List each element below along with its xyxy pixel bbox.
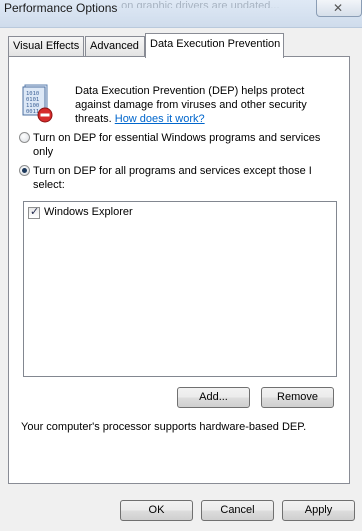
dep-panel: 1010 0101 1100 0011 Data Execution Preve… [8,56,350,484]
title-bar: ...on graphic drivers are updated... Per… [0,0,362,28]
radio-button[interactable] [19,132,30,143]
how-does-it-work-link[interactable]: How does it work? [115,113,205,125]
list-item[interactable]: ✓ Windows Explorer [28,206,228,220]
radio-essential-only[interactable]: Turn on DEP for essential Windows progra… [19,131,339,159]
apply-button[interactable]: Apply [282,500,355,521]
tab-label: Visual Effects [13,40,80,52]
ok-button[interactable]: OK [120,500,193,521]
tab-label: Data Execution Prevention [150,38,281,50]
radio-all-except-selected[interactable]: Turn on DEP for all programs and service… [19,164,339,192]
dep-intro: Data Execution Prevention (DEP) helps pr… [75,84,319,126]
tab-visual-effects[interactable]: Visual Effects [8,36,84,56]
tab-strip: Visual Effects Advanced Data Execution P… [0,33,362,58]
add-button[interactable]: Add... [177,387,250,408]
radio-label: Turn on DEP for essential Windows progra… [33,132,321,158]
processor-support-text: Your computer's processor supports hardw… [21,421,307,433]
background-window-text: ...on graphic drivers are updated... [112,0,280,8]
radio-button[interactable] [19,165,30,176]
dep-shield-icon: 1010 0101 1100 0011 [22,84,53,123]
close-icon: ✕ [333,1,344,15]
window-title: Performance Options [4,1,118,15]
tab-label: Advanced [90,40,139,52]
exception-checkbox[interactable]: ✓ [28,206,40,219]
tab-data-execution-prevention[interactable]: Data Execution Prevention [145,33,284,58]
svg-text:0011: 0011 [26,109,39,115]
close-button[interactable]: ✕ [316,0,362,17]
remove-button[interactable]: Remove [261,387,334,408]
radio-label: Turn on DEP for all programs and service… [33,165,312,191]
exception-label: Windows Explorer [44,206,133,218]
checkmark-icon: ✓ [30,206,40,218]
exceptions-list[interactable]: ✓ Windows Explorer [23,201,337,377]
cancel-button[interactable]: Cancel [201,500,274,521]
tab-advanced[interactable]: Advanced [85,36,145,56]
